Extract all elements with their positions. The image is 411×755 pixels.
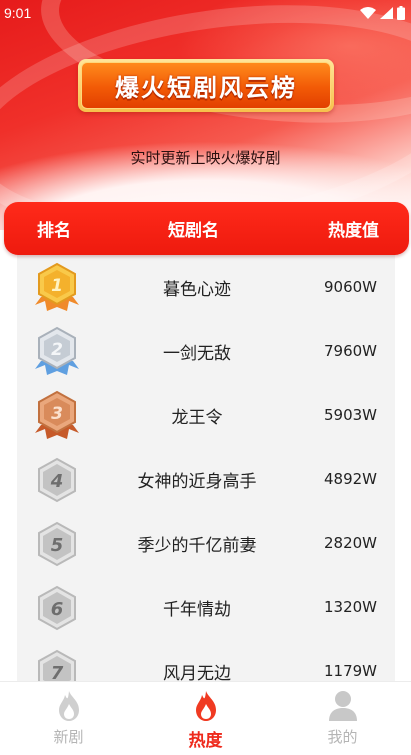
tab-label: 热度 [188, 731, 223, 751]
hero-background [0, 0, 411, 230]
tab-new-drama[interactable]: 新剧 [0, 682, 137, 755]
heat-value: 1320W [323, 598, 377, 616]
tab-label: 新剧 [53, 728, 84, 746]
header-name: 短剧名 [168, 221, 219, 241]
drama-title: 龙王令 [171, 407, 223, 428]
battery-icon [397, 6, 405, 20]
drama-title: 千年情劫 [163, 599, 231, 620]
flame-outline-icon [58, 691, 79, 721]
rank-hexagon-icon: 6 [38, 585, 76, 631]
svg-text:1: 1 [51, 276, 63, 296]
signal-icon [380, 7, 393, 19]
ranking-table-header: 排名 短剧名 热度值 [4, 202, 409, 255]
drama-title: 风月无边 [163, 663, 231, 684]
flame-icon [195, 691, 216, 721]
banner-title: 爆火短剧风云榜 [115, 74, 297, 102]
tab-mine[interactable]: 我的 [274, 682, 411, 755]
drama-title: 季少的千亿前妻 [137, 535, 257, 556]
heat-value: 2820W [323, 534, 377, 552]
status-bar: 9:01 [0, 0, 411, 26]
heat-value: 9060W [323, 278, 377, 296]
header-heat: 热度值 [328, 221, 379, 241]
ranking-row[interactable]: 1 暮色心迹 9060W [17, 255, 395, 319]
gold-medal-icon: 1 [35, 262, 79, 311]
tab-heat[interactable]: 热度 [137, 682, 274, 755]
ranking-title-banner: 爆火短剧风云榜 [78, 59, 334, 112]
header-rank: 排名 [37, 221, 71, 241]
silver-medal-icon: 2 [35, 326, 79, 375]
banner-subtitle: 实时更新上映火爆好剧 [130, 149, 281, 167]
rank-hexagon-icon: 4 [38, 457, 76, 503]
heat-value: 4892W [323, 470, 377, 488]
drama-title: 一剑无敌 [163, 343, 231, 364]
svg-text:3: 3 [51, 404, 63, 424]
svg-text:4: 4 [50, 471, 64, 492]
user-icon [328, 691, 357, 721]
ranking-list: 1 暮色心迹 9060W 2 一剑无敌 7960W 3 龙王令 5903W 4 … [17, 255, 395, 685]
bottom-tab-bar: 新剧 热度 我的 [0, 681, 411, 755]
svg-text:5: 5 [51, 535, 64, 556]
heat-value: 1179W [323, 662, 377, 680]
heat-value: 7960W [323, 342, 377, 360]
ranking-row[interactable]: 6 千年情劫 1320W [17, 575, 395, 639]
tab-label: 我的 [327, 728, 358, 746]
ranking-row[interactable]: 4 女神的近身高手 4892W [17, 447, 395, 511]
ranking-row[interactable]: 3 龙王令 5903W [17, 383, 395, 447]
wifi-icon [360, 7, 376, 19]
rank-hexagon-icon: 7 [38, 649, 76, 685]
ranking-row[interactable]: 7 风月无边 1179W [17, 639, 395, 685]
svg-text:2: 2 [51, 340, 63, 360]
ranking-row[interactable]: 5 季少的千亿前妻 2820W [17, 511, 395, 575]
ranking-row[interactable]: 2 一剑无敌 7960W [17, 319, 395, 383]
heat-value: 5903W [323, 406, 377, 424]
rank-hexagon-icon: 5 [38, 521, 76, 567]
bronze-medal-icon: 3 [35, 390, 79, 439]
status-icons [360, 6, 405, 20]
drama-title: 女神的近身高手 [137, 471, 257, 492]
svg-text:6: 6 [51, 599, 64, 620]
status-time: 9:01 [4, 5, 32, 21]
drama-title: 暮色心迹 [163, 279, 231, 300]
